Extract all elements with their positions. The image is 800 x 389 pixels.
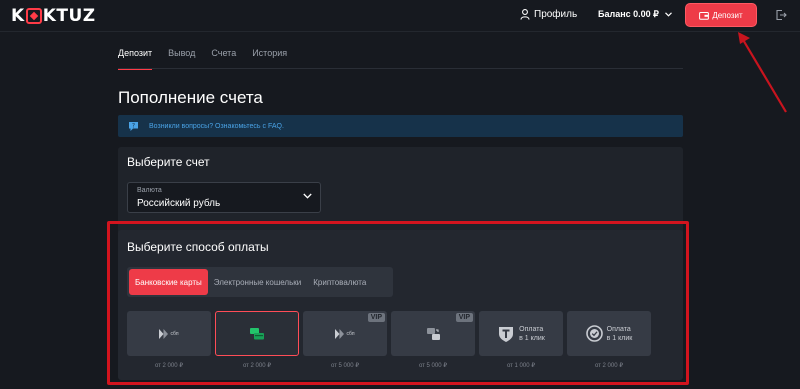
method-tile[interactable]: сбп: [127, 311, 211, 356]
method-tile[interactable]: VIP: [391, 311, 475, 356]
tab-withdraw[interactable]: Вывод: [168, 48, 195, 70]
logo-text-right: KTUZ: [42, 6, 96, 26]
logout-button[interactable]: [775, 8, 787, 26]
tabs-divider: [118, 68, 683, 69]
chevron-down-icon: [303, 193, 312, 199]
faq-banner[interactable]: ? Возникли вопросы? Ознакомьтесь с FAQ.: [118, 115, 683, 137]
sbp-icon: [335, 328, 345, 339]
annotation-arrow-icon: [738, 32, 787, 113]
deposit-button[interactable]: Депозит: [686, 4, 756, 26]
user-icon: [520, 9, 530, 20]
payment-method-t-pay[interactable]: Оплата в 1 клик от 1 000 ₽: [479, 311, 563, 369]
currency-select[interactable]: Валюта Российский рубль: [127, 182, 321, 213]
logout-icon: [776, 9, 787, 21]
segment-bank-cards[interactable]: Банковские карты: [129, 269, 208, 295]
account-tabs: Депозит Вывод Счета История: [118, 48, 303, 70]
method-min-amount: от 1 000 ₽: [506, 363, 536, 369]
vip-badge: VIP: [367, 313, 385, 322]
logo-text-left: K: [11, 6, 25, 26]
logo-mark-icon: [25, 8, 42, 24]
chevron-down-icon: [664, 12, 672, 17]
segment-e-wallets[interactable]: Электронные кошельки: [208, 269, 307, 295]
wallet-icon: [699, 11, 710, 20]
logo[interactable]: K KTUZ: [11, 6, 96, 26]
segment-crypto[interactable]: Криптовалюта: [307, 269, 372, 295]
payment-method-one-click[interactable]: Оплата в 1 клик от 2 000 ₽: [567, 311, 651, 369]
tab-accounts[interactable]: Счета: [211, 48, 236, 70]
method-tile-selected[interactable]: [215, 311, 299, 356]
faq-text: Возникли вопросы? Ознакомьтесь с FAQ.: [149, 122, 284, 130]
payment-method-card[interactable]: от 2 000 ₽: [215, 311, 299, 369]
deposit-button-label: Депозит: [712, 10, 743, 20]
method-logo-text: сбп: [346, 330, 355, 337]
method-min-amount: от 2 000 ₽: [594, 363, 624, 369]
method-min-amount: от 5 000 ₽: [418, 363, 448, 369]
payment-method-sbp-vip[interactable]: VIP сбп от 5 000 ₽: [303, 311, 387, 369]
method-tile-text: Оплата в 1 клик: [606, 325, 633, 342]
payment-methods-list: сбп от 2 000 ₽ от 2 000 ₽ VIP сбп от 5 0…: [127, 311, 651, 369]
top-bar: K KTUZ Профиль Баланс 0.00 ₽ Депозит: [0, 0, 800, 32]
card-icon: [250, 327, 264, 339]
svg-text:?: ?: [132, 122, 135, 129]
t-bank-icon: [499, 326, 514, 342]
payment-section-title: Выберите способ оплаты: [127, 240, 269, 254]
profile-link[interactable]: Профиль: [520, 9, 577, 20]
payment-method-transfer-vip[interactable]: VIP от 5 000 ₽: [391, 311, 475, 369]
vip-badge: VIP: [455, 313, 473, 322]
profile-label: Профиль: [534, 9, 578, 20]
method-tile[interactable]: VIP сбп: [303, 311, 387, 356]
tab-deposit[interactable]: Депозит: [118, 48, 153, 70]
method-tile-text: Оплата в 1 клик: [519, 325, 545, 342]
transfer-icon: [426, 327, 440, 340]
balance-label: Баланс 0.00 ₽: [598, 9, 659, 19]
currency-value: Российский рубль: [137, 198, 221, 209]
sbp-icon: [159, 328, 169, 339]
method-min-amount: от 2 000 ₽: [154, 363, 184, 369]
currency-label: Валюта: [137, 187, 162, 194]
method-min-amount: от 5 000 ₽: [330, 363, 360, 369]
page-title: Пополнение счета: [118, 88, 263, 107]
method-tile[interactable]: Оплата в 1 клик: [479, 311, 563, 356]
check-circle-icon: [585, 325, 603, 342]
payment-method-sbp[interactable]: сбп от 2 000 ₽: [127, 311, 211, 369]
payment-method-section: Выберите способ оплаты Банковские карты …: [118, 230, 683, 380]
method-logo-text: сбп: [170, 330, 179, 337]
chat-question-icon: ?: [129, 121, 138, 131]
tab-history[interactable]: История: [252, 48, 287, 70]
balance-dropdown[interactable]: Баланс 0.00 ₽: [598, 9, 672, 20]
method-tile[interactable]: Оплата в 1 клик: [567, 311, 651, 356]
account-card-title: Выберите счет: [127, 155, 210, 169]
method-min-amount: от 2 000 ₽: [242, 363, 272, 369]
payment-category-switch: Банковские карты Электронные кошельки Кр…: [127, 267, 393, 297]
